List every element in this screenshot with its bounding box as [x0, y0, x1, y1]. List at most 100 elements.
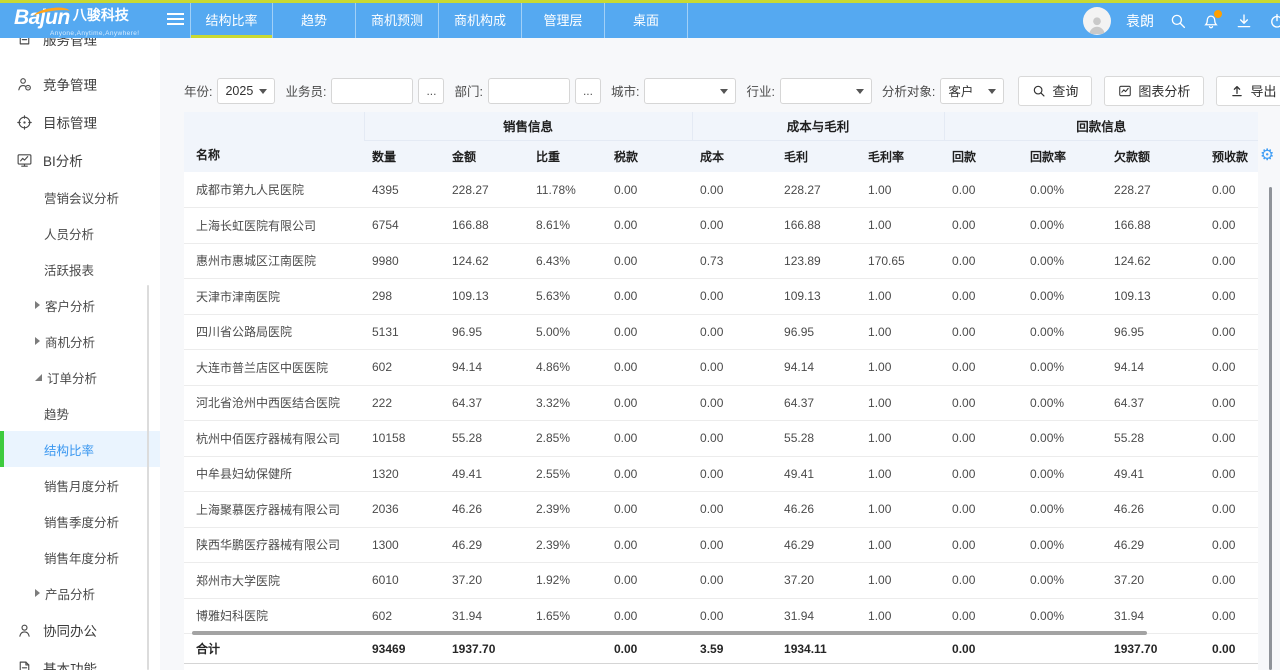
sidebar-item[interactable]: 销售月度分析 [0, 467, 160, 503]
bell-icon[interactable] [1202, 12, 1220, 30]
avatar[interactable] [1083, 7, 1111, 35]
table-cell: 0.00 [692, 421, 776, 457]
table-cell: 1.00 [860, 385, 944, 421]
sidebar-item[interactable]: 活跃报表 [0, 251, 160, 287]
table-cell: 0.00 [944, 563, 1022, 599]
sidebar-item[interactable]: 产品分析 [0, 575, 160, 611]
sidebar-item[interactable]: 基本功能 [0, 649, 160, 670]
table-cell: 124.62 [1106, 243, 1204, 279]
table-cell: 1.00 [860, 350, 944, 386]
column-header: 税款 [606, 140, 692, 172]
filter-department: 部门: ... [454, 78, 600, 104]
user-name[interactable]: 袁朗 [1126, 11, 1154, 31]
menu-toggle-icon[interactable] [167, 13, 184, 28]
top-tab[interactable]: 商机构成 [439, 3, 522, 38]
export-button[interactable]: 导出 [1216, 76, 1280, 106]
sidebar-item[interactable]: 客户分析 [0, 287, 160, 323]
table-cell: 0.00% [1022, 243, 1106, 279]
top-tab[interactable]: 管理层 [522, 3, 605, 38]
sidebar-item[interactable]: 商机分析 [0, 323, 160, 359]
sidebar-item[interactable]: 服务管理 [0, 38, 160, 51]
vertical-scrollbar[interactable] [1269, 187, 1272, 670]
filter-year: 年份: 2025 [184, 78, 275, 104]
sidebar-item[interactable]: 目标管理 [0, 103, 160, 141]
total-row: 合计934691937.700.003.591934.110.001937.70… [184, 634, 1258, 664]
horizontal-scrollbar[interactable] [192, 631, 1147, 635]
department-input[interactable] [488, 78, 570, 104]
industry-select[interactable] [780, 78, 872, 104]
sidebar-item-label: 人员分析 [44, 224, 94, 243]
top-tabs: 结构比率趋势商机预测商机构成管理层桌面 [190, 3, 688, 38]
sidebar-item[interactable]: 销售季度分析 [0, 503, 160, 539]
table-cell: 1.00 [860, 279, 944, 315]
table-cell: 94.14 [444, 350, 528, 386]
sidebar-item[interactable]: 竞争管理 [0, 65, 160, 103]
table-cell: 0.00 [606, 279, 692, 315]
total-cell: 3.59 [692, 634, 776, 664]
table-cell: 0.00 [944, 456, 1022, 492]
top-header: Bajun 八骏科技 Anyone,Anytime,Anywhere! 结构比率… [0, 0, 1280, 38]
download-icon[interactable] [1235, 12, 1253, 30]
column-group-header: 回款信息 [944, 112, 1258, 140]
table-row: 大连市普兰店区中医医院60294.144.86%0.000.0094.141.0… [184, 350, 1258, 386]
table-cell: 0.00 [692, 598, 776, 634]
table-cell: 3.32% [528, 385, 606, 421]
power-icon[interactable] [1268, 12, 1280, 30]
settings-gear-icon[interactable]: ⚙ [1260, 148, 1274, 164]
department-label: 部门: [454, 81, 482, 100]
table-cell: 228.27 [444, 172, 528, 208]
table-cell: 46.26 [1106, 492, 1204, 528]
table-cell: 0.00% [1022, 456, 1106, 492]
sidebar-item[interactable]: 协同办公 [0, 611, 160, 649]
triangle-right-icon [35, 589, 40, 597]
table-cell: 4395 [364, 172, 444, 208]
table-cell: 0.00 [944, 527, 1022, 563]
table-cell: 1.00 [860, 527, 944, 563]
department-browse-button[interactable]: ... [575, 78, 601, 104]
sidebar-item[interactable]: 结构比率 [0, 431, 160, 467]
top-tab[interactable]: 商机预测 [356, 3, 439, 38]
search-icon[interactable] [1169, 12, 1187, 30]
table-cell: 5.00% [528, 314, 606, 350]
sidebar-item[interactable]: 人员分析 [0, 215, 160, 251]
sidebar-item[interactable]: 营销会议分析 [0, 179, 160, 215]
data-table: 名称销售信息成本与毛利回款信息数量金额比重税款成本毛利毛利率回款回款率欠款额预收… [184, 112, 1258, 664]
table-row: 天津市津南医院298109.135.63%0.000.00109.131.000… [184, 279, 1258, 315]
sidebar-item[interactable]: 订单分析 [0, 359, 160, 395]
table-cell: 298 [364, 279, 444, 315]
table-cell: 64.37 [444, 385, 528, 421]
table-cell: 6010 [364, 563, 444, 599]
total-cell: 0.00 [1204, 634, 1258, 664]
table-cell: 55.28 [1106, 421, 1204, 457]
column-header: 数量 [364, 140, 444, 172]
table-cell: 0.00 [606, 456, 692, 492]
city-select[interactable] [644, 78, 736, 104]
triangle-open-icon [35, 374, 42, 381]
table-cell: 4.86% [528, 350, 606, 386]
top-tab[interactable]: 桌面 [605, 3, 688, 38]
top-tab[interactable]: 结构比率 [190, 3, 273, 38]
salesperson-input[interactable] [331, 78, 413, 104]
analysis-target-value: 客户 [948, 81, 973, 100]
total-cell: 1937.70 [444, 634, 528, 664]
sidebar-scrollbar[interactable] [147, 285, 149, 670]
table-cell: 602 [364, 350, 444, 386]
table-cell: 1.00 [860, 492, 944, 528]
table-row: 中牟县妇幼保健所132049.412.55%0.000.0049.411.000… [184, 456, 1258, 492]
sidebar-item[interactable]: 趋势 [0, 395, 160, 431]
analysis-target-select[interactable]: 客户 [940, 78, 1004, 104]
table-cell: 0.00 [692, 456, 776, 492]
year-select[interactable]: 2025 [217, 78, 275, 104]
sidebar-item[interactable]: 销售年度分析 [0, 539, 160, 575]
table-cell: 228.27 [776, 172, 860, 208]
query-button[interactable]: 查询 [1018, 76, 1092, 106]
chart-analysis-button[interactable]: 图表分析 [1104, 76, 1204, 106]
top-tab[interactable]: 趋势 [273, 3, 356, 38]
sidebar-item-label: 商机分析 [45, 332, 95, 351]
sidebar-item[interactable]: BI分析 [0, 141, 160, 179]
total-cell: 0.00 [606, 634, 692, 664]
table-cell: 1.00 [860, 421, 944, 457]
salesperson-browse-button[interactable]: ... [418, 78, 444, 104]
search-icon [1032, 84, 1046, 98]
sidebar-item-label: 销售季度分析 [44, 512, 119, 531]
